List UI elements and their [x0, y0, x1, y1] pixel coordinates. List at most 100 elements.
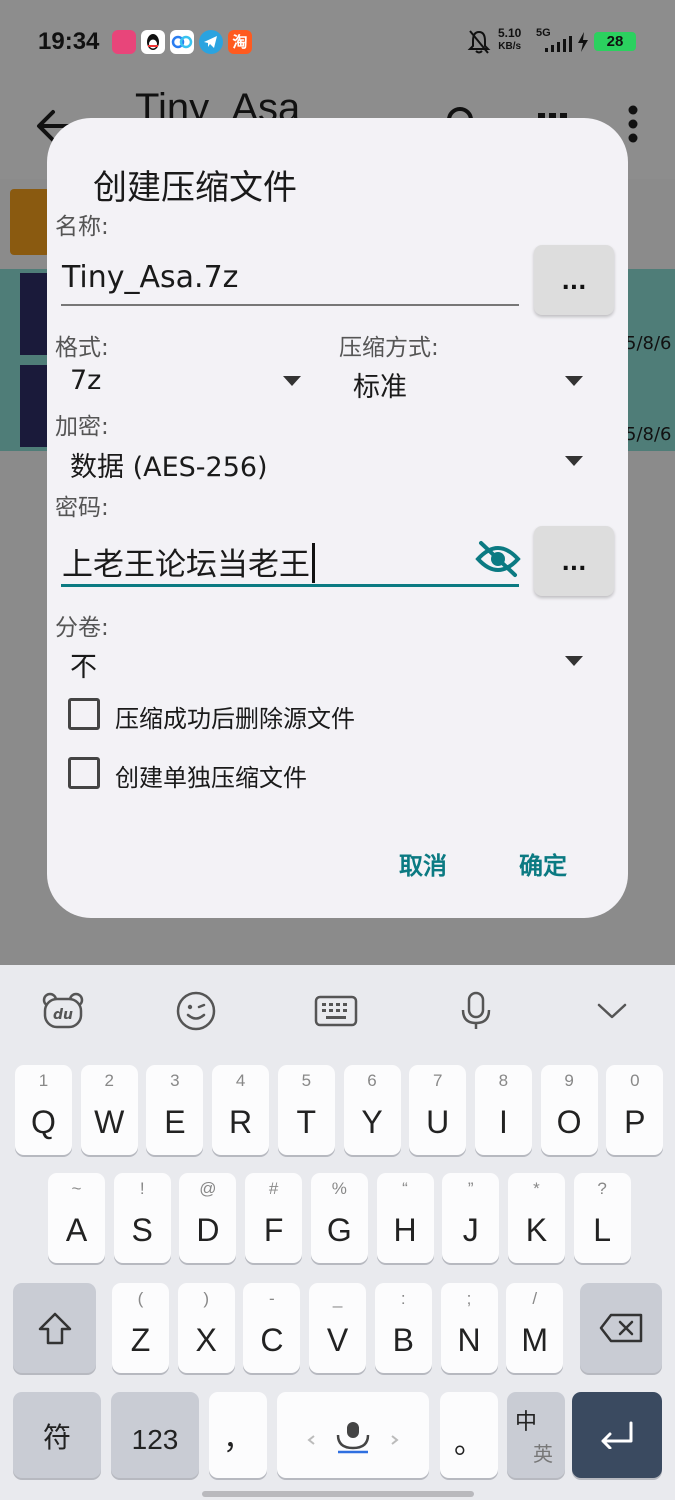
key-e[interactable]: 3E	[146, 1065, 204, 1155]
key-label: J	[462, 1212, 479, 1248]
battery-level: 28	[606, 33, 624, 50]
password-underline	[61, 584, 519, 587]
key-label: X	[195, 1322, 217, 1358]
encryption-dropdown-arrow-icon[interactable]	[565, 456, 583, 466]
key-b[interactable]: :B	[374, 1283, 432, 1373]
telegram-icon	[199, 30, 223, 54]
archive-name-input[interactable]: Tiny_Asa.7z	[62, 260, 238, 295]
language-switch-key[interactable]: 中英	[507, 1392, 565, 1478]
key-q[interactable]: 1Q	[15, 1065, 72, 1155]
key-m[interactable]: / M	[506, 1283, 564, 1373]
key-hint: 4	[235, 1071, 246, 1090]
key-label: Z	[130, 1322, 151, 1358]
key-hint: 6	[367, 1071, 377, 1090]
method-dropdown-arrow-icon[interactable]	[565, 376, 583, 386]
numbers-key[interactable]: 123	[111, 1392, 199, 1478]
key-label: E	[164, 1104, 186, 1140]
key-label: G	[326, 1212, 352, 1248]
ok-button[interactable]: 确定	[519, 846, 567, 881]
emoji-icon[interactable]	[166, 965, 226, 1057]
status-bar: 19:34 淘 5.10 KB/s 5G 28	[0, 0, 675, 84]
row-date: 5/8/6	[625, 424, 672, 445]
key-a[interactable]: ~ A	[48, 1173, 105, 1263]
key-d[interactable]: @ D	[179, 1173, 237, 1263]
key-label: F	[263, 1212, 284, 1248]
split-select[interactable]: 不	[70, 645, 97, 684]
key-label: I	[498, 1104, 508, 1140]
delete-source-checkbox[interactable]	[68, 698, 100, 730]
key-i[interactable]: 8I	[474, 1065, 532, 1155]
separate-archive-checkbox[interactable]	[68, 757, 100, 789]
mute-icon	[467, 29, 491, 57]
format-select[interactable]: 7z	[70, 365, 101, 396]
period-key-label: 。	[454, 1427, 484, 1460]
cancel-button[interactable]: 取消	[399, 846, 447, 881]
key-label: Y	[361, 1104, 383, 1140]
key-h[interactable]: “H	[376, 1173, 434, 1263]
symbols-key[interactable]: 符	[13, 1392, 101, 1478]
key-k[interactable]: * K	[507, 1173, 565, 1263]
lang-en-label: 英	[533, 1442, 553, 1466]
keyboard-icon[interactable]	[306, 965, 366, 1057]
enter-key[interactable]	[572, 1392, 662, 1478]
format-label: 格式:	[55, 335, 109, 361]
microphone-icon[interactable]	[446, 965, 506, 1057]
key-v[interactable]: _ V	[309, 1283, 367, 1373]
key-t[interactable]: 5T	[277, 1065, 335, 1155]
key-hint: ;	[466, 1289, 472, 1308]
collapse-chevron-icon[interactable]	[582, 965, 642, 1057]
key-p[interactable]: 0P	[606, 1065, 664, 1155]
key-u[interactable]: 7U	[409, 1065, 467, 1155]
key-j[interactable]: ” J	[442, 1173, 500, 1263]
key-o[interactable]: 9O	[540, 1065, 598, 1155]
key-y[interactable]: 6Y	[343, 1065, 401, 1155]
key-n[interactable]: ; N	[440, 1283, 498, 1373]
generate-password-button[interactable]: ...	[534, 526, 614, 596]
key-l[interactable]: ? L	[573, 1173, 631, 1263]
split-label: 分卷:	[55, 615, 109, 641]
key-hint: 3	[170, 1071, 180, 1090]
battery-icon: 28	[594, 32, 636, 51]
space-key[interactable]	[277, 1392, 429, 1478]
delete-source-label[interactable]: 压缩成功后删除源文件	[115, 699, 355, 734]
password-input[interactable]: 上老王论坛当老王	[62, 539, 315, 584]
home-indicator[interactable]	[202, 1491, 474, 1497]
period-key[interactable]: 。	[440, 1392, 498, 1478]
key-z[interactable]: (Z	[112, 1283, 169, 1373]
qq-icon	[141, 30, 165, 54]
backspace-key[interactable]	[580, 1283, 662, 1373]
key-hint: 2	[104, 1071, 114, 1090]
key-label: Q	[31, 1104, 56, 1140]
net-speed-value: 5.10	[498, 26, 522, 40]
key-label: H	[393, 1212, 417, 1248]
key-hint: ~	[71, 1179, 82, 1198]
more-menu-icon[interactable]	[627, 104, 639, 148]
key-x[interactable]: ) X	[177, 1283, 235, 1373]
key-f[interactable]: # F	[245, 1173, 303, 1263]
app-icon-pink	[112, 30, 136, 54]
separate-archive-label[interactable]: 创建单独压缩文件	[115, 758, 307, 793]
split-dropdown-arrow-icon[interactable]	[565, 656, 583, 666]
key-r[interactable]: 4R	[212, 1065, 270, 1155]
archive-name-underline	[61, 304, 519, 306]
key-s[interactable]: ! S	[113, 1173, 171, 1263]
folder-icon[interactable]	[10, 189, 50, 255]
key-hint: /	[532, 1289, 538, 1308]
show-password-eye-icon[interactable]	[475, 540, 521, 582]
method-select[interactable]: 标准	[353, 365, 407, 404]
key-label: K	[525, 1212, 548, 1248]
browse-button[interactable]: ...	[534, 245, 614, 315]
name-label: 名称:	[55, 214, 109, 240]
dialog-title: 创建压缩文件	[93, 168, 297, 208]
shift-key[interactable]	[13, 1283, 96, 1373]
encryption-select[interactable]: 数据 (AES-256)	[70, 445, 268, 484]
key-c[interactable]: -C	[243, 1283, 301, 1373]
key-hint: (	[137, 1289, 144, 1308]
key-hint: “	[402, 1179, 408, 1198]
du-bear-icon[interactable]: du	[33, 965, 93, 1057]
key-g[interactable]: % G	[310, 1173, 368, 1263]
format-dropdown-arrow-icon[interactable]	[283, 376, 301, 386]
key-w[interactable]: 2W	[80, 1065, 138, 1155]
key-hint: 7	[432, 1071, 443, 1090]
comma-key[interactable]: ，	[209, 1392, 267, 1478]
